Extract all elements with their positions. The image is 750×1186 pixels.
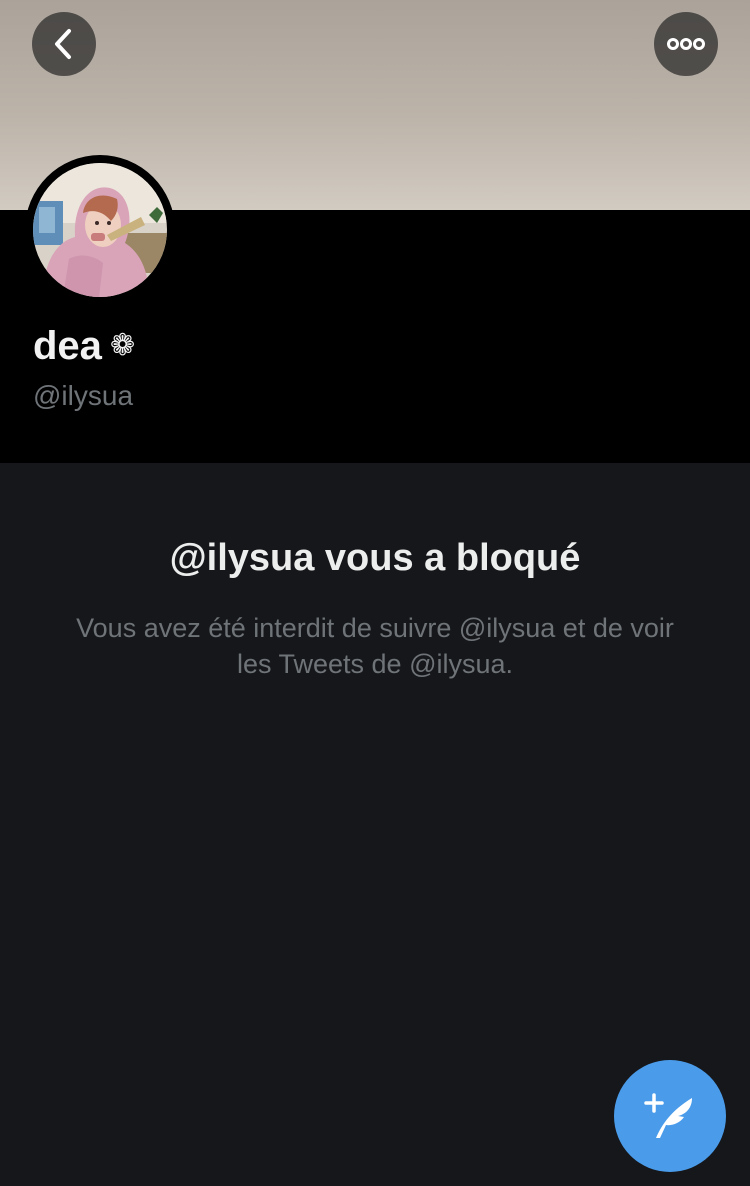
- avatar[interactable]: [25, 155, 175, 305]
- chevron-left-icon: [55, 29, 71, 59]
- profile-page: dea ❁ @ilysua @ilysua vous a bloqué Vous …: [0, 0, 750, 1186]
- display-name-text: dea: [33, 324, 102, 368]
- compose-tweet-button[interactable]: [614, 1060, 726, 1172]
- display-name: dea ❁: [33, 322, 135, 370]
- more-horizontal-icon: [667, 38, 705, 50]
- back-button[interactable]: [32, 12, 96, 76]
- flower-emoji: ❁: [109, 328, 136, 363]
- compose-tweet-icon: [644, 1093, 692, 1138]
- blocked-title: @ilysua vous a bloqué: [169, 537, 581, 579]
- blocked-description: Vous avez été interdit de suivre @ilysua…: [76, 613, 674, 679]
- profile-handle: @ilysua: [33, 380, 134, 411]
- avatar-image: [33, 163, 167, 297]
- more-options-button[interactable]: [654, 12, 718, 76]
